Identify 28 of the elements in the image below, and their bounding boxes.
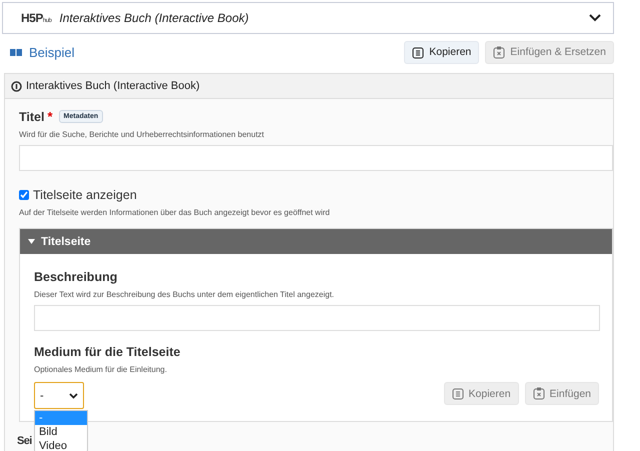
checkbox[interactable]	[19, 190, 29, 200]
group-header[interactable]: Titelseite	[20, 229, 612, 254]
checkbox-label: Titelseite anzeigen	[33, 188, 137, 202]
copy-icon	[412, 46, 424, 58]
field-description: Auf der Titelseite werden Informationen über das Buch angezeigt bevor es geöffnet wird	[19, 208, 331, 217]
field-description: Optionales Medium für die Einleitung.	[34, 365, 168, 374]
description-input[interactable]	[34, 305, 600, 331]
copy-icon	[452, 387, 464, 400]
chevron-icon	[69, 392, 78, 398]
clipboard-icon	[493, 46, 506, 58]
field-description: Wird für die Suche, Berichte und Urheberrechtsinformationen benutzt	[19, 130, 266, 139]
example-link[interactable]: Beispiel	[10, 44, 75, 60]
field-label: Sei	[17, 435, 32, 447]
dropdown-option[interactable]: Bild	[35, 425, 87, 439]
field-label: Beschreibung	[34, 270, 118, 284]
caret-icon	[28, 239, 35, 244]
field-label: Titel	[19, 110, 44, 124]
clipboard-icon	[532, 387, 545, 400]
content-type-title: Interaktives Buch (Interactive Book)	[59, 11, 250, 25]
chevron-icon[interactable]	[589, 14, 601, 22]
field-description: Dieser Text wird zur Beschreibung des Buchs unter dem eigentlichen Titel angezeigt.	[34, 290, 336, 299]
panel-title: Interaktives Buch (Interactive Book)	[26, 80, 200, 92]
field-label: Medium für die Titelseite	[34, 345, 182, 359]
copy-button[interactable]: Kopieren	[404, 40, 480, 64]
required-icon: *	[47, 109, 53, 124]
media-select[interactable]: -	[34, 382, 84, 409]
title-input[interactable]	[19, 145, 613, 171]
dropdown-option[interactable]: Video	[35, 439, 87, 451]
